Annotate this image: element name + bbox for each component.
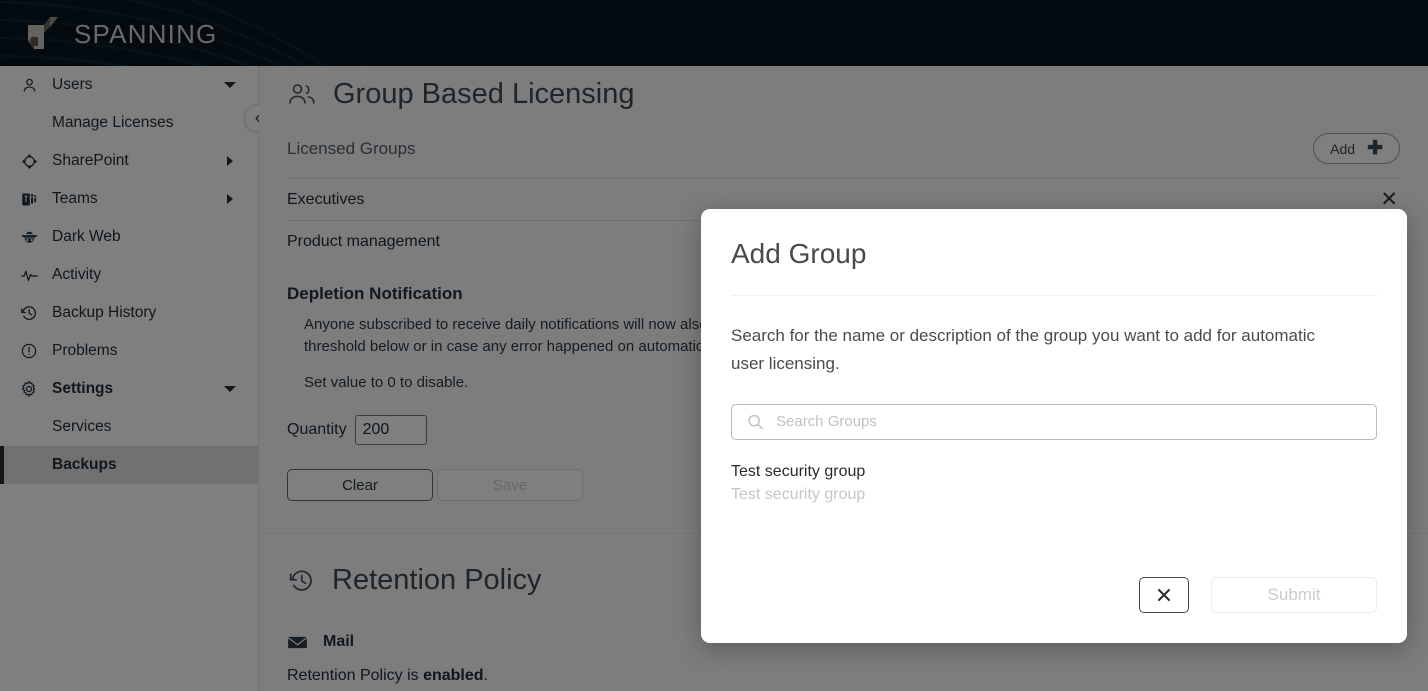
close-dialog-button[interactable] <box>1139 577 1189 613</box>
dialog-description: Search for the name or description of th… <box>731 325 1316 373</box>
submit-button: Submit <box>1211 577 1377 613</box>
search-results-list: Test security group Test security group <box>731 460 1377 506</box>
dialog-title: Add Group <box>731 238 867 269</box>
result-group-description: Test security group <box>731 485 866 503</box>
search-groups-field <box>731 403 1377 440</box>
result-group-name: Test security group <box>731 462 866 480</box>
list-item[interactable]: Test security group Test security group <box>731 460 1377 506</box>
add-group-dialog: Add Group Search for the name or descrip… <box>701 209 1407 643</box>
search-input[interactable] <box>731 403 1377 440</box>
close-x-icon <box>1158 589 1170 601</box>
dialog-footer: Submit <box>731 577 1377 643</box>
